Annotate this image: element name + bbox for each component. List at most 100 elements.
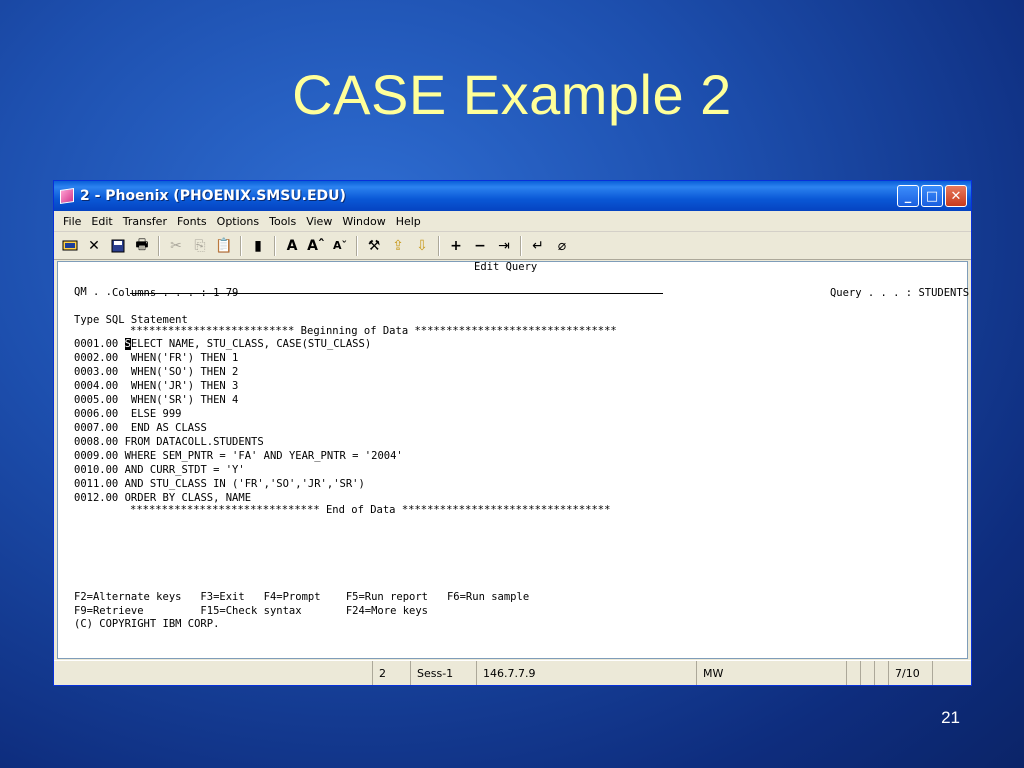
menu-file[interactable]: File — [58, 215, 86, 228]
save-icon[interactable] — [108, 236, 128, 256]
sql-line[interactable]: 0007.00 END AS CLASS — [74, 421, 207, 435]
sql-code[interactable]: AND CURR_STDT = 'Y' — [125, 464, 245, 476]
menu-tools[interactable]: Tools — [264, 215, 301, 228]
status-host-ip: 146.7.7.9 — [476, 661, 696, 685]
sql-line[interactable]: 0009.00 WHERE SEM_PNTR = 'FA' AND YEAR_P… — [74, 449, 403, 463]
maximize-button[interactable]: □ — [921, 185, 943, 207]
menu-help[interactable]: Help — [391, 215, 426, 228]
menu-options[interactable]: Options — [212, 215, 264, 228]
status-indicator — [874, 661, 888, 685]
print-icon[interactable]: 🖶 — [132, 236, 152, 256]
menu-bar: File Edit Transfer Fonts Options Tools V… — [54, 211, 971, 232]
line-number: 0003.00 — [74, 366, 119, 378]
cut-icon[interactable]: ✂ — [166, 236, 186, 256]
slide-title: CASE Example 2 — [292, 63, 732, 126]
status-bar: 2 Sess-1 146.7.7.9 MW 7/10 — [54, 660, 971, 685]
sql-line[interactable]: 0008.00 FROM DATACOLL.STUDENTS — [74, 435, 264, 449]
font-larger-icon[interactable]: Aˆ — [306, 236, 326, 256]
qm-label: QM . . — [74, 286, 112, 298]
line-number: 0007.00 — [74, 422, 119, 434]
beginning-of-data: ************************** Beginning of … — [130, 325, 617, 337]
sql-code[interactable]: WHEN('SO') THEN 2 — [125, 366, 238, 378]
toolbar-separator — [438, 235, 440, 256]
sql-code[interactable]: END AS CLASS — [125, 422, 207, 434]
phoenix-app-icon — [60, 188, 74, 204]
toolbar-separator — [356, 235, 358, 256]
line-number: 0009.00 — [74, 450, 119, 462]
font-size-icon[interactable]: A — [282, 236, 302, 256]
status-cursor-position: 7/10 — [888, 661, 932, 685]
status-session-number: 2 — [372, 661, 410, 685]
receive-file-icon[interactable]: ⇩ — [412, 236, 432, 256]
sql-line[interactable]: 0006.00 ELSE 999 — [74, 407, 182, 421]
window-title: 2 - Phoenix (PHOENIX.SMSU.EDU) — [80, 188, 346, 204]
keypad-icon[interactable]: ▮ — [248, 236, 268, 256]
line-number: 0010.00 — [74, 464, 119, 476]
function-keys-line-1: F2=Alternate keys F3=Exit F4=Prompt F5=R… — [74, 591, 530, 603]
page-number: 21 — [941, 708, 960, 727]
end-of-data: ****************************** End of Da… — [130, 504, 611, 516]
paste-icon[interactable]: 📋 — [214, 236, 234, 256]
macro-icon[interactable]: ⚒ — [364, 236, 384, 256]
sql-line[interactable]: 0003.00 WHEN('SO') THEN 2 — [74, 365, 238, 379]
plus-icon[interactable]: + — [446, 236, 466, 256]
menu-window[interactable]: Window — [337, 215, 390, 228]
window-titlebar[interactable]: 2 - Phoenix (PHOENIX.SMSU.EDU) _ □ ✕ — [54, 181, 971, 211]
terminal-window: 2 - Phoenix (PHOENIX.SMSU.EDU) _ □ ✕ Fil… — [53, 180, 972, 686]
sql-code[interactable]: WHEN('FR') THEN 1 — [125, 352, 238, 364]
query-value: STUDENTS — [918, 287, 970, 299]
copy-icon[interactable]: ⎘ — [190, 236, 210, 256]
sql-line[interactable]: 0005.00 WHEN('SR') THEN 4 — [74, 393, 238, 407]
sql-line[interactable]: 0002.00 WHEN('FR') THEN 1 — [74, 351, 238, 365]
line-number: 0008.00 — [74, 436, 119, 448]
function-keys-line-2: F9=Retrieve F15=Check syntax F24=More ke… — [74, 605, 429, 617]
toolbar-separator — [240, 235, 242, 256]
line-number: 0011.00 — [74, 478, 119, 490]
menu-fonts[interactable]: Fonts — [172, 215, 212, 228]
resize-grip[interactable] — [932, 661, 971, 685]
query-label: Query . . . : STUDENTS — [792, 272, 969, 314]
enter-icon[interactable]: ↵ — [528, 236, 548, 256]
sql-code[interactable]: WHEN('SR') THEN 4 — [125, 394, 238, 406]
status-indicator — [846, 661, 860, 685]
toolbar-separator — [158, 235, 160, 256]
terminal-screen[interactable]: Edit Query Columns . . . : 1 79 Query . … — [57, 261, 969, 659]
sql-code[interactable]: FROM DATACOLL.STUDENTS — [125, 436, 264, 448]
sql-line[interactable]: 0010.00 AND CURR_STDT = 'Y' — [74, 463, 245, 477]
minimize-button[interactable]: _ — [897, 185, 919, 207]
disconnect-icon[interactable]: ✕ — [84, 236, 104, 256]
query-label-text: Query . . . : — [829, 287, 913, 299]
status-mode: MW — [696, 661, 846, 685]
sql-line[interactable]: 0001.00 SELECT NAME, STU_CLASS, CASE(STU… — [74, 337, 371, 351]
toolbar-separator — [520, 235, 522, 256]
sql-code[interactable]: WHERE SEM_PNTR = 'FA' AND YEAR_PNTR = '2… — [125, 450, 403, 462]
sql-code[interactable]: ELSE 999 — [125, 408, 182, 420]
session-icon[interactable] — [60, 236, 80, 256]
status-indicator — [860, 661, 874, 685]
sql-line[interactable]: 0004.00 WHEN('JR') THEN 3 — [74, 379, 238, 393]
sql-line[interactable]: 0011.00 AND STU_CLASS IN ('FR','SO','JR'… — [74, 477, 365, 491]
line-number: 0012.00 — [74, 492, 119, 504]
sql-code[interactable]: AND STU_CLASS IN ('FR','SO','JR','SR') — [125, 478, 365, 490]
line-number: 0004.00 — [74, 380, 119, 392]
minus-icon[interactable]: − — [470, 236, 490, 256]
sql-code[interactable]: ELECT NAME, STU_CLASS, CASE(STU_CLASS) — [131, 338, 371, 350]
menu-edit[interactable]: Edit — [86, 215, 117, 228]
line-number: 0005.00 — [74, 394, 119, 406]
screen-header: Edit Query — [474, 261, 538, 273]
status-blank — [54, 661, 372, 685]
line-number: 0006.00 — [74, 408, 119, 420]
status-session-name: Sess-1 — [410, 661, 476, 685]
clear-icon[interactable]: ⌀ — [552, 236, 572, 256]
sql-code[interactable]: WHEN('JR') THEN 3 — [125, 380, 238, 392]
menu-view[interactable]: View — [301, 215, 337, 228]
toolbar: ✕ 🖶 ✂ ⎘ 📋 ▮ A Aˆ Aˇ ⚒ ⇪ ⇩ + − ⇥ ↵ ⌀ — [54, 232, 971, 260]
line-number: 0002.00 — [74, 352, 119, 364]
send-file-icon[interactable]: ⇪ — [388, 236, 408, 256]
close-button[interactable]: ✕ — [945, 185, 967, 207]
tab-icon[interactable]: ⇥ — [494, 236, 514, 256]
copyright: (C) COPYRIGHT IBM CORP. — [74, 618, 220, 630]
qm-input-line[interactable] — [130, 293, 663, 294]
font-smaller-icon[interactable]: Aˇ — [330, 236, 350, 256]
menu-transfer[interactable]: Transfer — [118, 215, 172, 228]
